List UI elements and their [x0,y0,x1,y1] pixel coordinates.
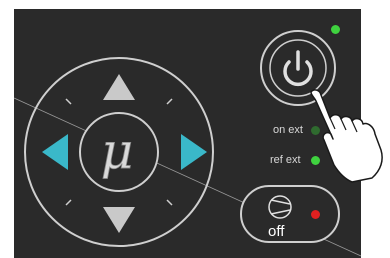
down-arrow-button[interactable] [103,207,135,233]
mu-center-button[interactable]: μ [79,112,159,192]
dpad-tick-sw [65,199,72,206]
compressor-led [311,210,320,219]
dpad-tick-se [166,199,173,206]
panel-graphics: μ [13,30,383,257]
right-arrow-button[interactable] [181,134,207,170]
compressor-off-label: off [268,223,285,240]
on-ext-led [311,126,320,135]
power-button[interactable] [260,30,336,106]
up-arrow-button[interactable] [103,74,135,100]
dpad-tick-nw [65,98,72,105]
power-led [331,25,340,34]
compressor-off-button[interactable] [240,185,340,243]
control-panel-screen: μ on ext ref ext off [0,0,390,258]
compressor-button-frame [240,185,340,243]
left-arrow-button[interactable] [42,134,68,170]
ref-ext-label: ref ext [270,154,301,166]
ref-ext-led [311,156,320,165]
pointing-hand-icon [310,89,383,183]
on-ext-label: on ext [273,124,303,136]
dpad-tick-ne [166,98,173,105]
mu-icon: μ [101,122,134,180]
